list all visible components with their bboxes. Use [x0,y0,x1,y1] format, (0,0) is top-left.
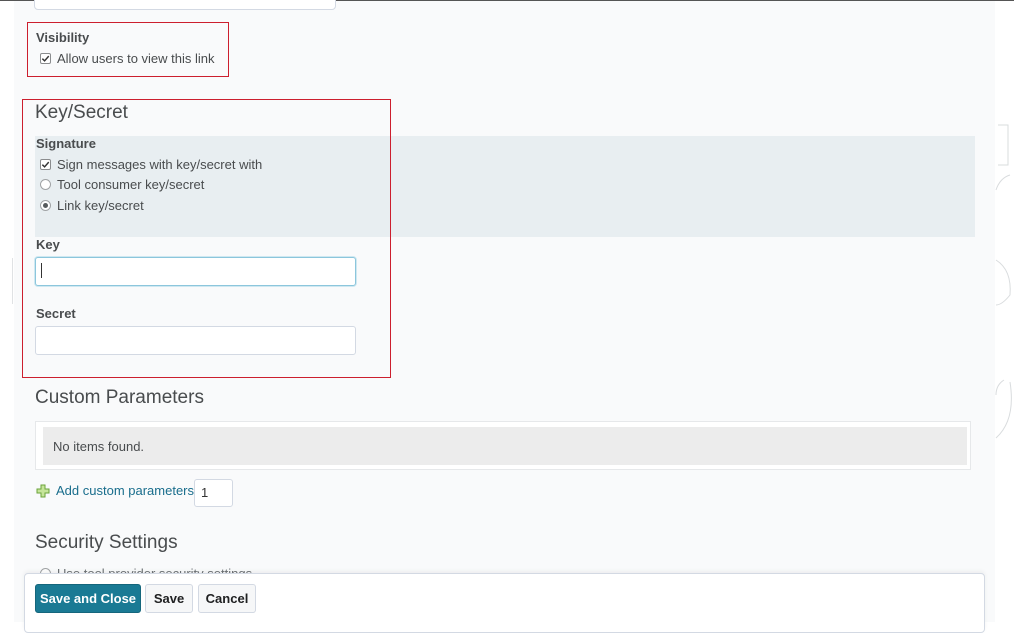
radio-selected-dot [43,203,48,208]
key-secret-heading: Key/Secret [35,102,128,123]
save-button[interactable]: Save [145,584,193,613]
secret-input[interactable] [35,326,356,355]
checkmark-icon [41,55,50,62]
decorative-line [12,258,13,304]
previous-field-input[interactable] [34,0,336,10]
link-key-label: Link key/secret [57,198,144,213]
allow-view-label: Allow users to view this link [57,51,215,66]
save-and-close-button[interactable]: Save and Close [35,584,141,613]
signature-label: Signature [36,136,96,151]
secret-label: Secret [36,306,76,321]
decorative-shape [995,124,1012,439]
custom-parameters-heading: Custom Parameters [35,387,204,408]
add-custom-parameters-link[interactable]: Add custom parameters [36,483,194,498]
tool-consumer-radio-row[interactable]: Tool consumer key/secret [40,177,204,192]
text-caret [41,263,42,278]
empty-message: No items found. [53,438,145,454]
allow-view-checkbox[interactable] [40,53,51,64]
add-custom-parameters-label: Add custom parameters [56,483,195,498]
tool-consumer-label: Tool consumer key/secret [57,177,205,192]
cancel-button[interactable]: Cancel [198,584,256,613]
checkmark-icon [41,161,50,168]
key-label: Key [36,237,60,252]
key-input[interactable] [35,257,356,286]
link-key-radio[interactable] [40,200,51,211]
link-key-radio-row[interactable]: Link key/secret [40,198,144,213]
custom-parameters-count-input[interactable]: 1 [194,479,233,507]
security-settings-heading: Security Settings [35,532,178,553]
plus-icon [36,484,50,497]
visibility-label: Visibility [36,30,90,45]
sign-messages-checkbox-row[interactable]: Sign messages with key/secret with [40,157,262,172]
custom-parameters-empty-row: No items found. [43,427,967,465]
allow-view-checkbox-row[interactable]: Allow users to view this link [40,51,215,66]
tool-consumer-radio[interactable] [40,179,51,190]
sign-messages-label: Sign messages with key/secret with [57,157,263,172]
sign-messages-checkbox[interactable] [40,159,51,170]
